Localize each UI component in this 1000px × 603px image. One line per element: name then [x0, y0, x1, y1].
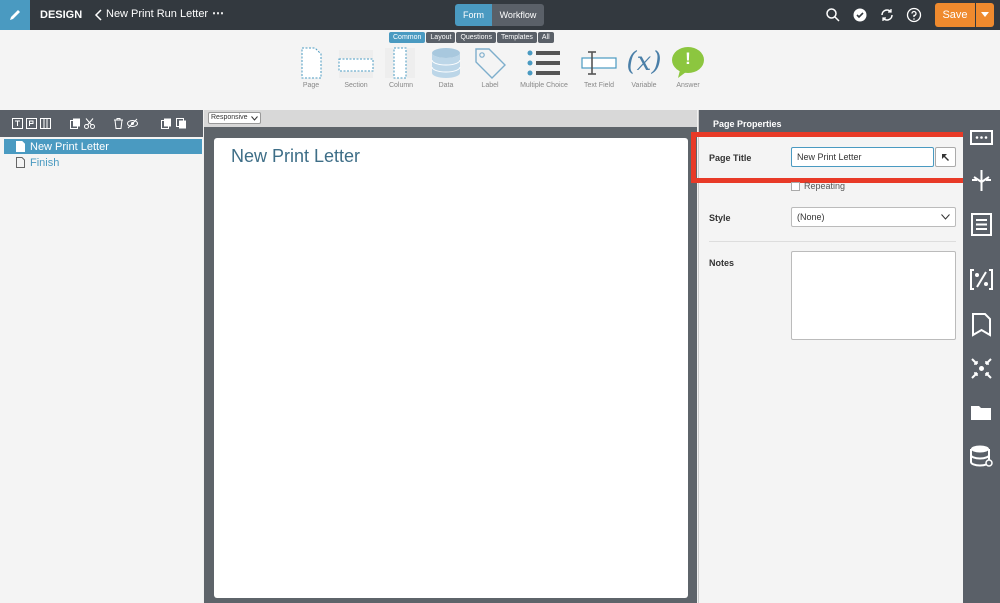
page-icon: [16, 157, 25, 168]
tree-item-label: New Print Letter: [30, 140, 109, 153]
palette-label: Data: [438, 82, 454, 89]
tree-item-new-print-letter[interactable]: New Print Letter: [4, 139, 202, 154]
page-tree-panel: New Print Letter Finish: [0, 110, 203, 603]
search-icon[interactable]: [825, 7, 841, 23]
tree-item-finish[interactable]: Finish: [4, 155, 202, 170]
palette-item-data[interactable]: Data: [429, 46, 463, 89]
save-options-button[interactable]: [976, 3, 994, 27]
element-palette: Common Layout Questions Templates All Pa…: [0, 30, 1000, 110]
database-settings-icon[interactable]: [969, 443, 994, 468]
paste-icon[interactable]: [176, 118, 187, 129]
tab-questions[interactable]: Questions: [456, 32, 496, 43]
cut-icon[interactable]: [84, 118, 95, 129]
palette-item-column[interactable]: Column: [384, 46, 418, 89]
check-circle-icon[interactable]: [852, 7, 868, 23]
percent-code-icon[interactable]: [969, 267, 994, 292]
tree-toolbar: [0, 110, 203, 137]
help-icon[interactable]: [906, 7, 922, 23]
edit-pencil-button[interactable]: [0, 0, 30, 30]
palette-label: Section: [344, 82, 368, 89]
page-properties-panel: Page Properties Page Title Repeating Sty…: [691, 110, 968, 603]
palette-item-label[interactable]: Label: [472, 46, 508, 89]
answer-exclamation: !: [685, 49, 691, 68]
caret-down-icon: [981, 12, 989, 17]
notes-label: Notes: [709, 258, 735, 268]
style-value: (None): [797, 212, 825, 222]
collapse-arrows-icon[interactable]: [969, 356, 994, 381]
folder-icon[interactable]: [969, 400, 994, 425]
palette-label: Variable: [631, 82, 657, 89]
more-options-button[interactable]: ⋯: [212, 6, 225, 20]
palette-item-answer[interactable]: ! Answer: [669, 46, 707, 89]
notes-textarea[interactable]: [791, 251, 956, 340]
workflow-mode-button[interactable]: Workflow: [492, 4, 544, 26]
form-mode-button[interactable]: Form: [455, 4, 492, 26]
chevron-left-icon[interactable]: [93, 7, 105, 23]
tab-layout[interactable]: Layout: [426, 32, 456, 43]
page-heading[interactable]: New Print Letter: [231, 146, 360, 167]
variable-icon: (x): [626, 47, 662, 77]
copy-icon[interactable]: [70, 118, 81, 129]
split-icon[interactable]: [969, 168, 994, 193]
palette-label: Text Field: [584, 82, 614, 89]
palette-item-page[interactable]: Page: [296, 46, 326, 89]
layout-mode-value: Responsive: [211, 114, 248, 121]
add-print-page-icon[interactable]: [26, 118, 37, 129]
palette-item-text-field[interactable]: Text Field: [580, 46, 618, 89]
palette-label: Answer: [676, 82, 700, 89]
add-text-page-icon[interactable]: [12, 118, 23, 129]
page-icon: [16, 141, 25, 152]
top-bar: DESIGN New Print Run Letter ⋯ Form Workf…: [0, 0, 1000, 30]
design-canvas: Responsive New Print Letter: [204, 110, 697, 603]
design-label: DESIGN: [40, 9, 83, 21]
duplicate-icon[interactable]: [161, 118, 172, 129]
palette-tabs: Common Layout Questions Templates All: [389, 32, 554, 43]
canvas-toolbar: Responsive: [204, 110, 697, 127]
palette-item-multiple-choice[interactable]: Multiple Choice: [516, 46, 572, 89]
section-icon: [338, 50, 374, 78]
repeating-checkbox[interactable]: [791, 182, 800, 191]
column-icon: [385, 47, 415, 79]
palette-item-variable[interactable]: (x) Variable: [625, 46, 663, 89]
palette-item-section[interactable]: Section: [337, 46, 375, 89]
refresh-icon[interactable]: [879, 7, 895, 23]
save-button[interactable]: Save: [935, 3, 975, 27]
add-column-icon[interactable]: [40, 118, 51, 129]
mode-toggle: Form Workflow: [455, 4, 544, 26]
run-title[interactable]: New Print Run Letter: [106, 8, 208, 20]
palette-label: Multiple Choice: [520, 82, 568, 89]
palette-label: Label: [481, 82, 499, 89]
tab-templates[interactable]: Templates: [496, 32, 537, 43]
palette-label: Page: [302, 82, 320, 89]
list-icon: [527, 50, 560, 76]
text-cursor-icon: [581, 51, 617, 75]
tree-item-label: Finish: [30, 156, 60, 169]
divider: [709, 241, 956, 242]
right-tool-rail: [963, 110, 1000, 603]
page-preview[interactable]: New Print Letter: [214, 138, 688, 598]
tab-common[interactable]: Common: [389, 32, 426, 43]
chevron-down-icon: [250, 115, 258, 121]
pencil-icon: [10, 10, 20, 20]
chevron-down-icon: [941, 214, 950, 220]
tag-icon: [475, 48, 506, 79]
style-select[interactable]: (None): [791, 207, 956, 227]
bookmark-icon[interactable]: [969, 312, 994, 337]
repeating-label: Repeating: [804, 181, 846, 191]
delete-icon[interactable]: [113, 118, 124, 129]
layout-mode-select[interactable]: Responsive: [208, 112, 261, 124]
tab-all[interactable]: All: [537, 32, 554, 43]
page-icon: [301, 47, 322, 79]
message-icon[interactable]: [969, 126, 994, 151]
highlight-box: [691, 132, 968, 183]
palette-label: Column: [388, 82, 414, 89]
document-list-icon[interactable]: [969, 212, 994, 237]
hide-icon[interactable]: [127, 118, 138, 129]
style-label: Style: [709, 213, 731, 223]
database-icon: [431, 48, 461, 78]
